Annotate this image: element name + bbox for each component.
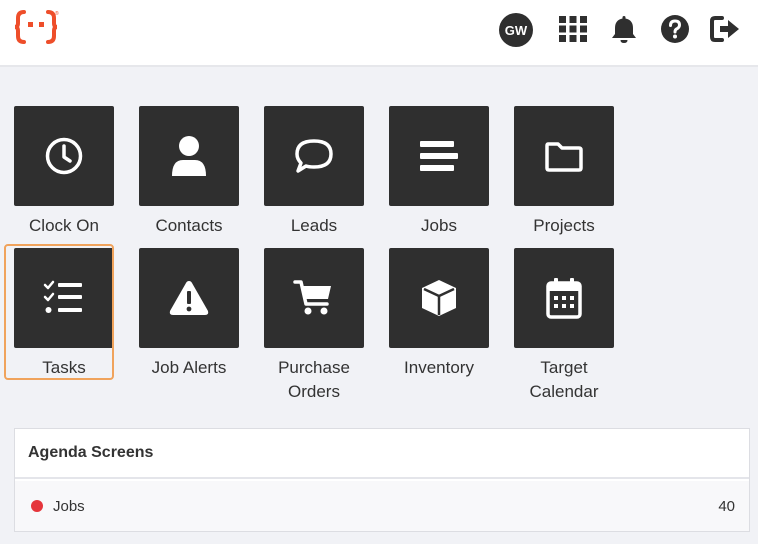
tile-label: Inventory xyxy=(404,358,474,377)
cart-icon xyxy=(293,280,331,315)
agenda-row-jobs[interactable]: Jobs 40 xyxy=(15,481,749,531)
tile-label: Projects xyxy=(533,216,595,235)
tile-job-alerts[interactable]: Job Alerts xyxy=(133,248,245,380)
user-icon xyxy=(172,136,206,176)
tile-label: Purchase Orders xyxy=(278,358,350,401)
tile-target-calendar[interactable]: Target Calendar xyxy=(508,248,620,404)
tile-clock-on[interactable]: Clock On xyxy=(8,106,120,238)
agenda-panel: Agenda Screens Jobs 40 xyxy=(14,428,750,532)
tile-icon-box xyxy=(14,106,114,206)
apps-grid-icon[interactable] xyxy=(556,12,590,46)
tile-label: Leads xyxy=(290,216,338,235)
tile-jobs[interactable]: Jobs xyxy=(383,106,495,238)
clock-icon xyxy=(45,137,83,175)
tile-icon-box xyxy=(514,248,614,348)
tile-label: Contacts xyxy=(155,216,223,235)
top-bar: ® GW xyxy=(0,0,758,67)
tile-icon-box xyxy=(514,106,614,206)
agenda-row-count: 40 xyxy=(718,497,735,515)
lines-icon xyxy=(420,141,458,171)
tile-leads[interactable]: Leads xyxy=(258,106,370,238)
calendar-icon xyxy=(546,278,582,319)
box-icon xyxy=(422,280,456,316)
tile-icon-box xyxy=(264,106,364,206)
tile-icon-box xyxy=(139,106,239,206)
agenda-title: Agenda Screens xyxy=(15,429,749,479)
tile-icon-box xyxy=(389,106,489,206)
chat-bubble-icon xyxy=(295,139,333,173)
logout-icon[interactable] xyxy=(709,12,743,46)
tile-tasks[interactable]: Tasks xyxy=(4,244,120,380)
status-dot xyxy=(31,500,43,512)
selection-outline xyxy=(4,244,114,380)
user-avatar[interactable]: GW xyxy=(499,13,533,47)
svg-text:®: ® xyxy=(55,10,59,17)
tile-icon-box xyxy=(139,248,239,348)
tile-inventory[interactable]: Inventory xyxy=(383,248,495,380)
tile-purchase-orders[interactable]: Purchase Orders xyxy=(258,248,370,404)
agenda-row-label: Jobs xyxy=(53,497,85,515)
tile-icon-box xyxy=(389,248,489,348)
tile-label: Job Alerts xyxy=(151,358,227,377)
help-icon[interactable] xyxy=(658,12,692,46)
tile-label: Clock On xyxy=(29,216,99,235)
tile-label: Jobs xyxy=(421,216,457,235)
tile-projects[interactable]: Projects xyxy=(508,106,620,238)
tile-contacts[interactable]: Contacts xyxy=(133,106,245,238)
tile-icon-box xyxy=(264,248,364,348)
bell-icon[interactable] xyxy=(607,12,641,46)
warning-icon xyxy=(169,281,209,315)
folder-icon xyxy=(545,142,583,172)
tile-label: Target Calendar xyxy=(529,358,599,401)
brand-logo[interactable]: ® xyxy=(14,8,60,46)
